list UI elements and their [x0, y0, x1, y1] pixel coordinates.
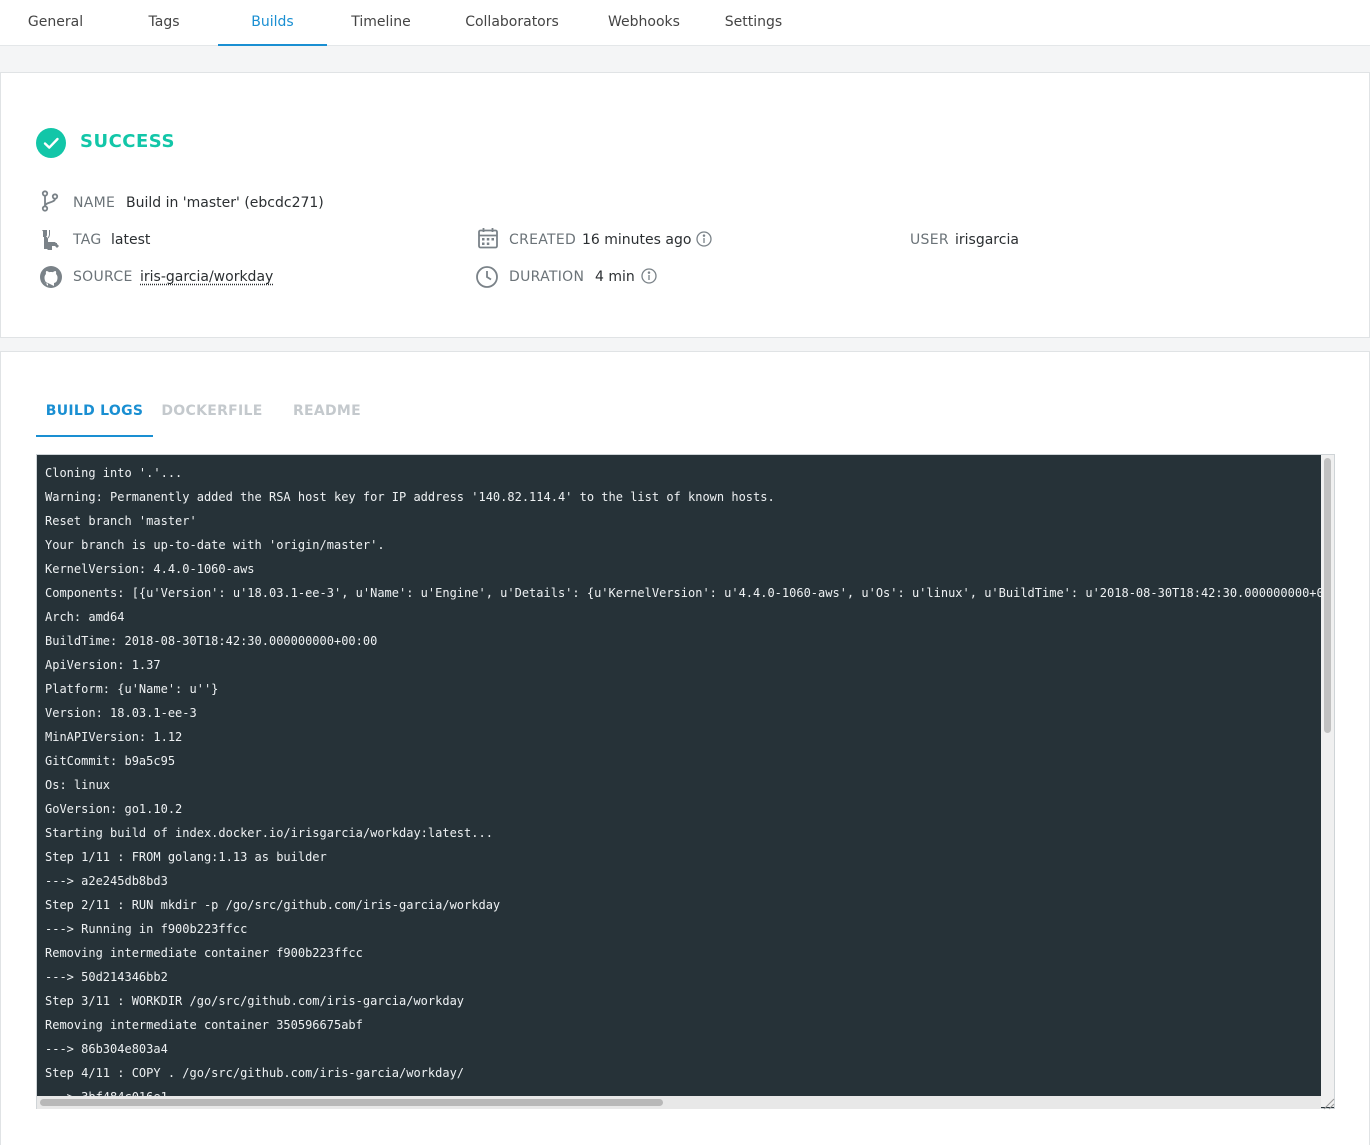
name-value: Build in 'master' (ebcdc271) — [126, 195, 324, 211]
user-value: irisgarcia — [955, 232, 1019, 248]
log-line: Warning: Permanently added the RSA host … — [45, 490, 775, 504]
name-label: NAME — [73, 195, 116, 211]
calendar-icon — [476, 226, 500, 250]
log-line: BuildTime: 2018-08-30T18:42:30.000000000… — [45, 634, 378, 648]
source-link[interactable]: iris-garcia/workday — [140, 269, 273, 285]
tab-readme[interactable]: README — [285, 392, 369, 437]
resize-grip-icon[interactable] — [1319, 1094, 1335, 1110]
tab-tags[interactable]: Tags — [131, 0, 197, 46]
user-label: USER — [910, 232, 949, 248]
source-label: SOURCE — [73, 269, 133, 285]
created-label: CREATED — [509, 232, 577, 248]
log-line: ---> 50d214346bb2 — [45, 970, 168, 984]
log-line: GoVersion: go1.10.2 — [45, 802, 183, 816]
log-line: Platform: {u'Name': u''} — [45, 682, 219, 696]
log-line: Starting build of index.docker.io/irisga… — [45, 826, 493, 840]
log-line: Step 4/11 : COPY . /go/src/github.com/ir… — [45, 1066, 465, 1080]
log-line: Version: 18.03.1-ee-3 — [45, 706, 197, 720]
log-line: Your branch is up-to-date with 'origin/m… — [45, 538, 385, 552]
wrench-icon — [38, 228, 62, 252]
log-line: GitCommit: b9a5c95 — [45, 754, 176, 768]
log-line: Step 3/11 : WORKDIR /go/src/github.com/i… — [45, 994, 465, 1008]
log-line: Reset branch 'master' — [45, 514, 197, 528]
tab-collaborators[interactable]: Collaborators — [452, 0, 572, 46]
created-value: 16 minutes ago — [582, 232, 692, 248]
log-lines: Cloning into '.'... Warning: Permanently … — [45, 461, 1322, 1101]
tab-builds[interactable]: Builds — [218, 0, 327, 46]
log-line: Removing intermediate container 35059667… — [45, 1018, 363, 1032]
log-line: Arch: amd64 — [45, 610, 125, 624]
check-icon — [36, 128, 66, 158]
log-line: ---> Running in f900b223ffcc — [45, 922, 248, 936]
log-line: MinAPIVersion: 1.12 — [45, 730, 183, 744]
log-line: ApiVersion: 1.37 — [45, 658, 161, 672]
log-line: Removing intermediate container f900b223… — [45, 946, 363, 960]
horizontal-scroll-thumb[interactable] — [40, 1099, 663, 1106]
log-line: Os: linux — [45, 778, 111, 792]
tab-dockerfile[interactable]: DOCKERFILE — [158, 392, 266, 437]
log-line: Cloning into '.'... — [45, 466, 183, 480]
tab-general[interactable]: General — [17, 0, 94, 46]
log-line: ---> a2e245db8bd3 — [45, 874, 168, 888]
build-log-output[interactable]: Cloning into '.'... Warning: Permanently … — [36, 454, 1335, 1109]
github-icon — [39, 265, 63, 289]
vertical-scroll-thumb[interactable] — [1324, 458, 1331, 733]
tag-label: TAG — [73, 232, 102, 248]
top-nav: General Tags Builds Timeline Collaborato… — [0, 0, 1370, 46]
log-line: Step 1/11 : FROM golang:1.13 as builder — [45, 850, 327, 864]
tag-value: latest — [111, 232, 151, 248]
duration-label: DURATION — [509, 269, 585, 285]
tab-build-logs[interactable]: BUILD LOGS — [36, 392, 153, 437]
tab-webhooks[interactable]: Webhooks — [597, 0, 691, 46]
log-line: Step 2/11 : RUN mkdir -p /go/src/github.… — [45, 898, 501, 912]
vertical-scrollbar[interactable] — [1321, 455, 1334, 1107]
tab-timeline[interactable]: Timeline — [341, 0, 421, 46]
info-icon[interactable] — [696, 231, 712, 247]
tab-settings[interactable]: Settings — [716, 0, 791, 46]
clock-icon — [475, 265, 499, 289]
log-line: KernelVersion: 4.4.0-1060-aws — [45, 562, 255, 576]
horizontal-scrollbar[interactable] — [37, 1096, 1321, 1109]
build-status: SUCCESS — [80, 131, 175, 152]
info-icon[interactable] — [641, 268, 657, 284]
branch-icon — [38, 189, 62, 213]
duration-value: 4 min — [595, 269, 635, 285]
log-line: ---> 86b304e803a4 — [45, 1042, 168, 1056]
log-line: Components: [{u'Version': u'18.03.1-ee-3… — [45, 586, 1322, 600]
